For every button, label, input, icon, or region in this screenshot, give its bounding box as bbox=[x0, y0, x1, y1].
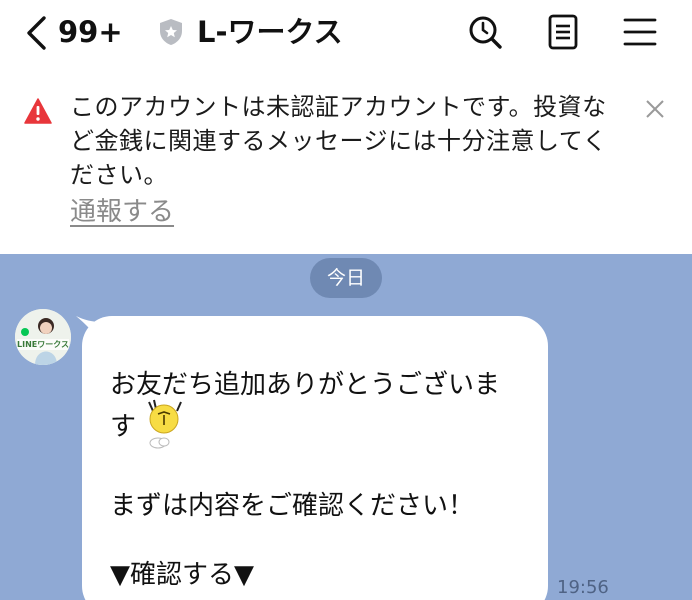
confirm-link[interactable]: ▼確認する▼ bbox=[110, 557, 254, 593]
back-icon[interactable] bbox=[22, 14, 52, 52]
warning-line: このアカウントは未認証アカウントです。投資な bbox=[70, 93, 607, 121]
report-link[interactable]: 通報する bbox=[70, 194, 174, 230]
shield-icon bbox=[160, 19, 182, 45]
chat-title: L-ワークス bbox=[197, 15, 343, 49]
notes-icon[interactable] bbox=[543, 12, 583, 52]
menu-icon[interactable] bbox=[620, 12, 660, 52]
warning-line: ださい。 bbox=[70, 161, 168, 189]
message-bubble[interactable]: お友だち追加ありがとうございま す まずは内容をご確認ください！ ▼確認する▼ bbox=[82, 316, 548, 600]
date-separator: 今日 bbox=[310, 258, 382, 298]
message-line: す bbox=[110, 412, 137, 442]
unread-count[interactable]: 99+ bbox=[58, 12, 123, 52]
avatar[interactable]: LINEワークス bbox=[15, 309, 71, 365]
avatar-text: LINEワークス bbox=[17, 339, 69, 350]
warning-message: このアカウントは未認証アカウントです。投資な ど金銭に関連するメッセージには十分… bbox=[70, 90, 615, 192]
avatar-image bbox=[15, 309, 71, 365]
sweat-face-emoji-icon bbox=[148, 399, 182, 449]
message-line: まずは内容をご確認ください！ bbox=[110, 491, 475, 521]
chat-header: 99+ L-ワークス bbox=[0, 0, 692, 70]
message-timestamp: 19:56 bbox=[557, 577, 609, 598]
unverified-account-warning: このアカウントは未認証アカウントです。投資な ど金銭に関連するメッセージには十分… bbox=[0, 70, 692, 254]
warning-line: ど金銭に関連するメッセージには十分注意してく bbox=[70, 127, 608, 155]
search-icon[interactable] bbox=[465, 12, 505, 52]
warning-icon bbox=[24, 98, 52, 124]
close-icon[interactable] bbox=[643, 97, 667, 121]
chat-area[interactable]: 今日 LINEワークス お友だち追加ありがとうございま す まずは内容をご確認く… bbox=[0, 254, 692, 600]
